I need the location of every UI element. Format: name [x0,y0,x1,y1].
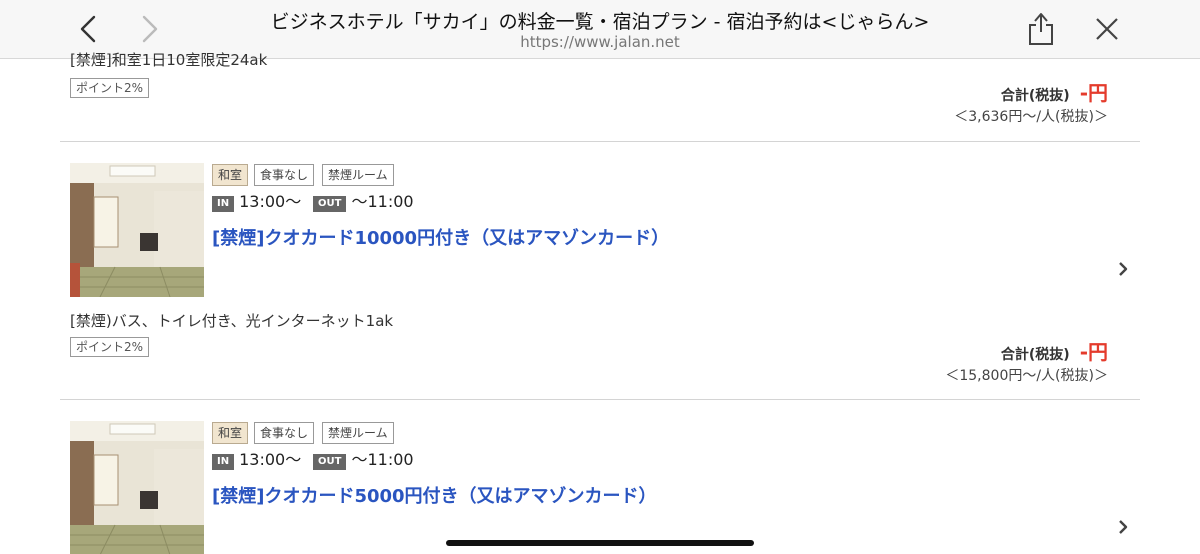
check-out-time: OUT ～11:00 [313,450,414,470]
share-icon[interactable] [1026,8,1056,48]
check-in-time: IN 13:00～ [212,192,301,212]
in-time: 13:00～ [239,450,302,469]
check-in-time: IN 13:00～ [212,450,301,470]
in-time: 13:00～ [239,192,302,211]
home-indicator[interactable] [446,540,754,546]
plan-title-link[interactable]: [禁煙]クオカード10000円付き（又はアマゾンカード） [212,224,669,250]
in-label: IN [212,454,235,470]
points-badge: ポイント2% [70,78,150,98]
tag-meal: 食事なし [254,164,315,186]
tag-meal: 食事なし [254,422,315,444]
plan-description: [禁煙]和室1日10室限定24ak [70,51,268,69]
tag-room-type: 和室 [212,164,249,186]
total-price: 合計(税抜) -円 [1001,336,1108,365]
room-photo[interactable] [70,163,204,297]
total-label: 合計(税抜) [1000,88,1070,104]
out-time: ～11:00 [351,450,414,469]
divider [60,399,1140,400]
total-price: 合計(税抜) -円 [1001,77,1108,106]
total-label: 合計(税抜) [1000,347,1070,363]
plan-description: [禁煙)バス、トイレ付き、光インターネット1ak [70,312,394,330]
page-title: ビジネスホテル「サカイ」の料金一覧・宿泊プラン - 宿泊予約は<じゃらん> [270,11,930,33]
price-value: -円 [1079,340,1108,364]
price-value: -円 [1079,81,1108,105]
check-out-time: OUT ～11:00 [313,192,414,212]
close-icon[interactable] [1094,16,1120,42]
tag-room-type: 和室 [212,422,249,444]
out-label: OUT [313,196,347,212]
per-person-price: ＜3,636円～/人(税抜)＞ [954,109,1108,125]
page-url[interactable]: https://www.jalan.net [240,33,960,51]
room-photo[interactable] [70,421,204,554]
chevron-right-icon[interactable] [1116,519,1130,535]
per-person-price: ＜15,800円～/人(税抜)＞ [945,368,1108,384]
out-label: OUT [313,454,347,470]
divider [60,141,1140,142]
chevron-right-icon[interactable] [1116,261,1130,277]
tag-non-smoking: 禁煙ルーム [322,164,394,186]
out-time: ～11:00 [351,192,414,211]
points-badge: ポイント2% [70,337,150,357]
forward-chevron-icon[interactable] [134,14,164,44]
plan-title-link[interactable]: [禁煙]クオカード5000円付き（又はアマゾンカード） [212,482,657,508]
in-label: IN [212,196,235,212]
tag-non-smoking: 禁煙ルーム [322,422,394,444]
back-chevron-icon[interactable] [74,14,104,44]
